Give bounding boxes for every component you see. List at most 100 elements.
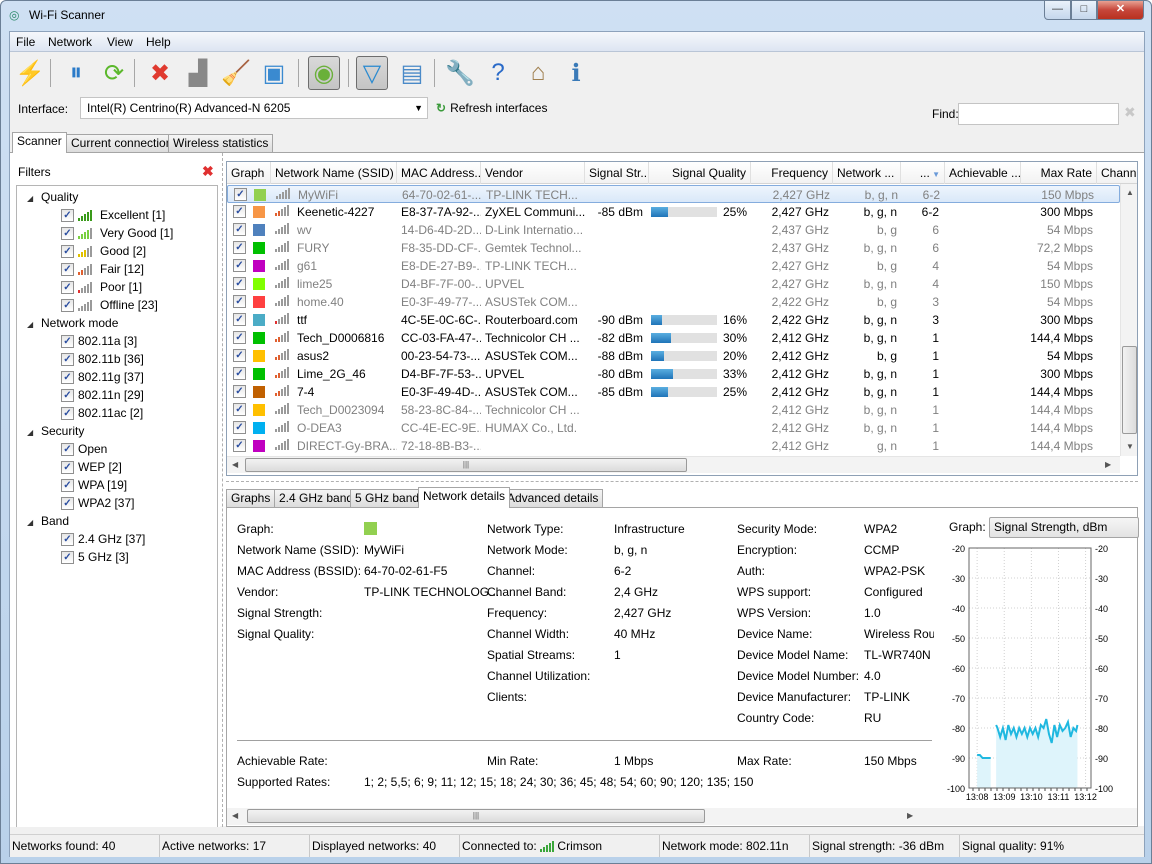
tab-5ghz-band[interactable]: 5 GHz band — [350, 489, 425, 507]
table-row[interactable]: ✓ home.40 E0-3F-49-77-... ASUSTek COM... 2,4… — [227, 293, 1120, 311]
row-checkbox[interactable]: ✓ — [233, 259, 246, 272]
graph-color-swatch[interactable] — [253, 224, 265, 236]
details-horizontal-thumb[interactable]: ||| — [247, 809, 705, 823]
pause-button[interactable]: ⏸ — [60, 56, 92, 90]
filter-group-quality[interactable]: ◢ Quality — [27, 190, 78, 204]
tab-24ghz-band[interactable]: 2.4 GHz band — [274, 489, 359, 507]
row-checkbox[interactable]: ✓ — [234, 188, 247, 201]
row-checkbox[interactable]: ✓ — [233, 385, 246, 398]
table-row[interactable]: ✓ Tech_D0006816 CC-03-FA-47-... Technicolor… — [227, 329, 1120, 347]
remove-offline-button[interactable]: ▟ — [182, 56, 214, 90]
filter-checkbox[interactable]: ✓ — [61, 550, 74, 564]
graph-color-swatch[interactable] — [253, 350, 265, 362]
filter-item[interactable]: ✓ Very Good [1] — [61, 226, 173, 240]
row-checkbox[interactable]: ✓ — [233, 277, 246, 290]
row-checkbox[interactable]: ✓ — [233, 313, 246, 326]
row-checkbox[interactable]: ✓ — [233, 349, 246, 362]
menu-view[interactable]: View — [103, 34, 137, 50]
filter-item[interactable]: ✓ 802.11n [29] — [61, 388, 144, 402]
column-header[interactable]: ... ▼ — [901, 162, 945, 184]
info-button[interactable]: ℹ — [560, 56, 592, 90]
column-header[interactable]: Max Rate — [1021, 162, 1097, 184]
scroll-left-icon[interactable]: ◀ — [232, 811, 238, 820]
grid-vertical-thumb[interactable] — [1122, 346, 1137, 434]
graph-color-swatch[interactable] — [253, 314, 265, 326]
row-checkbox[interactable]: ✓ — [233, 367, 246, 380]
collapse-triangle-icon[interactable]: ◢ — [27, 428, 41, 437]
graph-color-swatch[interactable] — [253, 404, 265, 416]
table-row[interactable]: ✓ O-DEA3 CC-4E-EC-9E... HUMAX Co., Ltd. 2,41… — [227, 419, 1120, 437]
menu-help[interactable]: Help — [142, 34, 175, 50]
filter-checkbox[interactable]: ✓ — [61, 370, 74, 384]
tab-wireless-statistics[interactable]: Wireless statistics — [168, 134, 274, 152]
clear-button[interactable]: 🧹 — [220, 56, 252, 90]
filter-checkbox[interactable]: ✓ — [61, 352, 74, 366]
graph-color-swatch[interactable] — [253, 422, 265, 434]
minimize-button[interactable]: — — [1044, 1, 1071, 20]
filter-checkbox[interactable]: ✓ — [61, 478, 74, 492]
scroll-right-icon[interactable]: ▶ — [907, 811, 913, 820]
table-row[interactable]: ✓ lime25 D4-BF-7F-00-... UPVEL 2,427 GHz b, g… — [227, 275, 1120, 293]
filter-group-network-mode[interactable]: ◢ Network mode — [27, 316, 118, 330]
tab-current-connection[interactable]: Current connection — [66, 134, 178, 152]
filter-item[interactable]: ✓ WEP [2] — [61, 460, 122, 474]
table-row[interactable]: ✓ asus2 00-23-54-73-... ASUSTek COM... -88 d… — [227, 347, 1120, 365]
graph-color-swatch[interactable] — [253, 242, 265, 254]
column-header[interactable]: Frequency — [751, 162, 833, 184]
table-row[interactable]: ✓ g61 E8-DE-27-B9-... TP-LINK TECH... 2,427 … — [227, 257, 1120, 275]
scroll-down-icon[interactable]: ▼ — [1126, 442, 1134, 451]
filter-group-band[interactable]: ◢ Band — [27, 514, 69, 528]
collapse-triangle-icon[interactable]: ◢ — [27, 518, 41, 527]
find-input[interactable] — [958, 103, 1119, 125]
filter-item[interactable]: ✓ Poor [1] — [61, 280, 142, 294]
table-row[interactable]: ✓ wv 14-D6-4D-2D... D-Link Internatio... 2,4… — [227, 221, 1120, 239]
filter-item[interactable]: ✓ WPA [19] — [61, 478, 127, 492]
tab-network-details[interactable]: Network details — [418, 487, 511, 508]
graph-type-select[interactable]: Signal Strength, dBm — [989, 517, 1139, 538]
help-button[interactable]: ? — [482, 56, 514, 90]
filter-item[interactable]: ✓ 802.11ac [2] — [61, 406, 143, 420]
filter-checkbox[interactable]: ✓ — [61, 280, 74, 294]
filter-item[interactable]: ✓ Good [2] — [61, 244, 146, 258]
graph-color-swatch[interactable] — [253, 386, 265, 398]
scroll-up-icon[interactable]: ▲ — [1126, 188, 1134, 197]
column-header[interactable]: Network ... — [833, 162, 901, 184]
graph-color-swatch[interactable] — [253, 440, 265, 452]
graph-color-swatch[interactable] — [253, 278, 265, 290]
column-header[interactable]: Signal Str... — [585, 162, 649, 184]
signal-alert-button[interactable]: ◉ — [308, 56, 340, 90]
filter-item[interactable]: ✓ 802.11b [36] — [61, 352, 144, 366]
tab-advanced-details[interactable]: Advanced details — [502, 489, 604, 507]
table-row[interactable]: ✓ ttf 4C-5E-0C-6C-... Routerboard.com -90 dB… — [227, 311, 1120, 329]
refresh-interfaces-button[interactable]: ↻ Refresh interfaces — [436, 101, 547, 115]
menu-file[interactable]: File — [12, 34, 39, 50]
filter-item[interactable]: ✓ Excellent [1] — [61, 208, 165, 222]
table-row[interactable]: ✓ DIRECT-Gy-BRA... 72-18-8B-B3-... 2,412 GH… — [227, 437, 1120, 455]
filter-checkbox[interactable]: ✓ — [61, 334, 74, 348]
column-header[interactable]: Graph — [227, 162, 271, 184]
filter-group-security[interactable]: ◢ Security — [27, 424, 84, 438]
filter-item[interactable]: ✓ WPA2 [37] — [61, 496, 134, 510]
collapse-triangle-icon[interactable]: ◢ — [27, 320, 41, 329]
filter-checkbox[interactable]: ✓ — [61, 262, 74, 276]
scroll-right-icon[interactable]: ▶ — [1105, 460, 1111, 469]
horizontal-splitter[interactable] — [226, 481, 1138, 482]
close-button[interactable]: ✕ — [1097, 1, 1144, 20]
row-checkbox[interactable]: ✓ — [233, 223, 246, 236]
row-checkbox[interactable]: ✓ — [233, 439, 246, 452]
table-row[interactable]: ✓ 7-4 E0-3F-49-4D-... ASUSTek COM... -85 dBm… — [227, 383, 1120, 401]
details-horizontal-scrollbar[interactable]: ◀ ||| ▶ — [227, 808, 1137, 825]
filter-checkbox[interactable]: ✓ — [61, 208, 74, 222]
column-header[interactable]: Network Name (SSID) — [271, 162, 397, 184]
refresh-button[interactable]: ⟳ — [98, 56, 130, 90]
filter-checkbox[interactable]: ✓ — [61, 460, 74, 474]
column-header[interactable]: Signal Quality — [649, 162, 751, 184]
scroll-left-icon[interactable]: ◀ — [232, 460, 238, 469]
table-row[interactable]: ✓ Keenetic-4227 E8-37-7A-92-... ZyXEL Commu… — [227, 203, 1120, 221]
start-scan-button[interactable]: ⚡ — [14, 56, 46, 90]
filter-checkbox[interactable]: ✓ — [61, 442, 74, 456]
table-row[interactable]: ✓ Lime_2G_46 D4-BF-7F-53-... UPVEL -80 dBm 2,… — [227, 365, 1120, 383]
filter-checkbox[interactable]: ✓ — [61, 388, 74, 402]
row-checkbox[interactable]: ✓ — [233, 241, 246, 254]
row-checkbox[interactable]: ✓ — [233, 421, 246, 434]
